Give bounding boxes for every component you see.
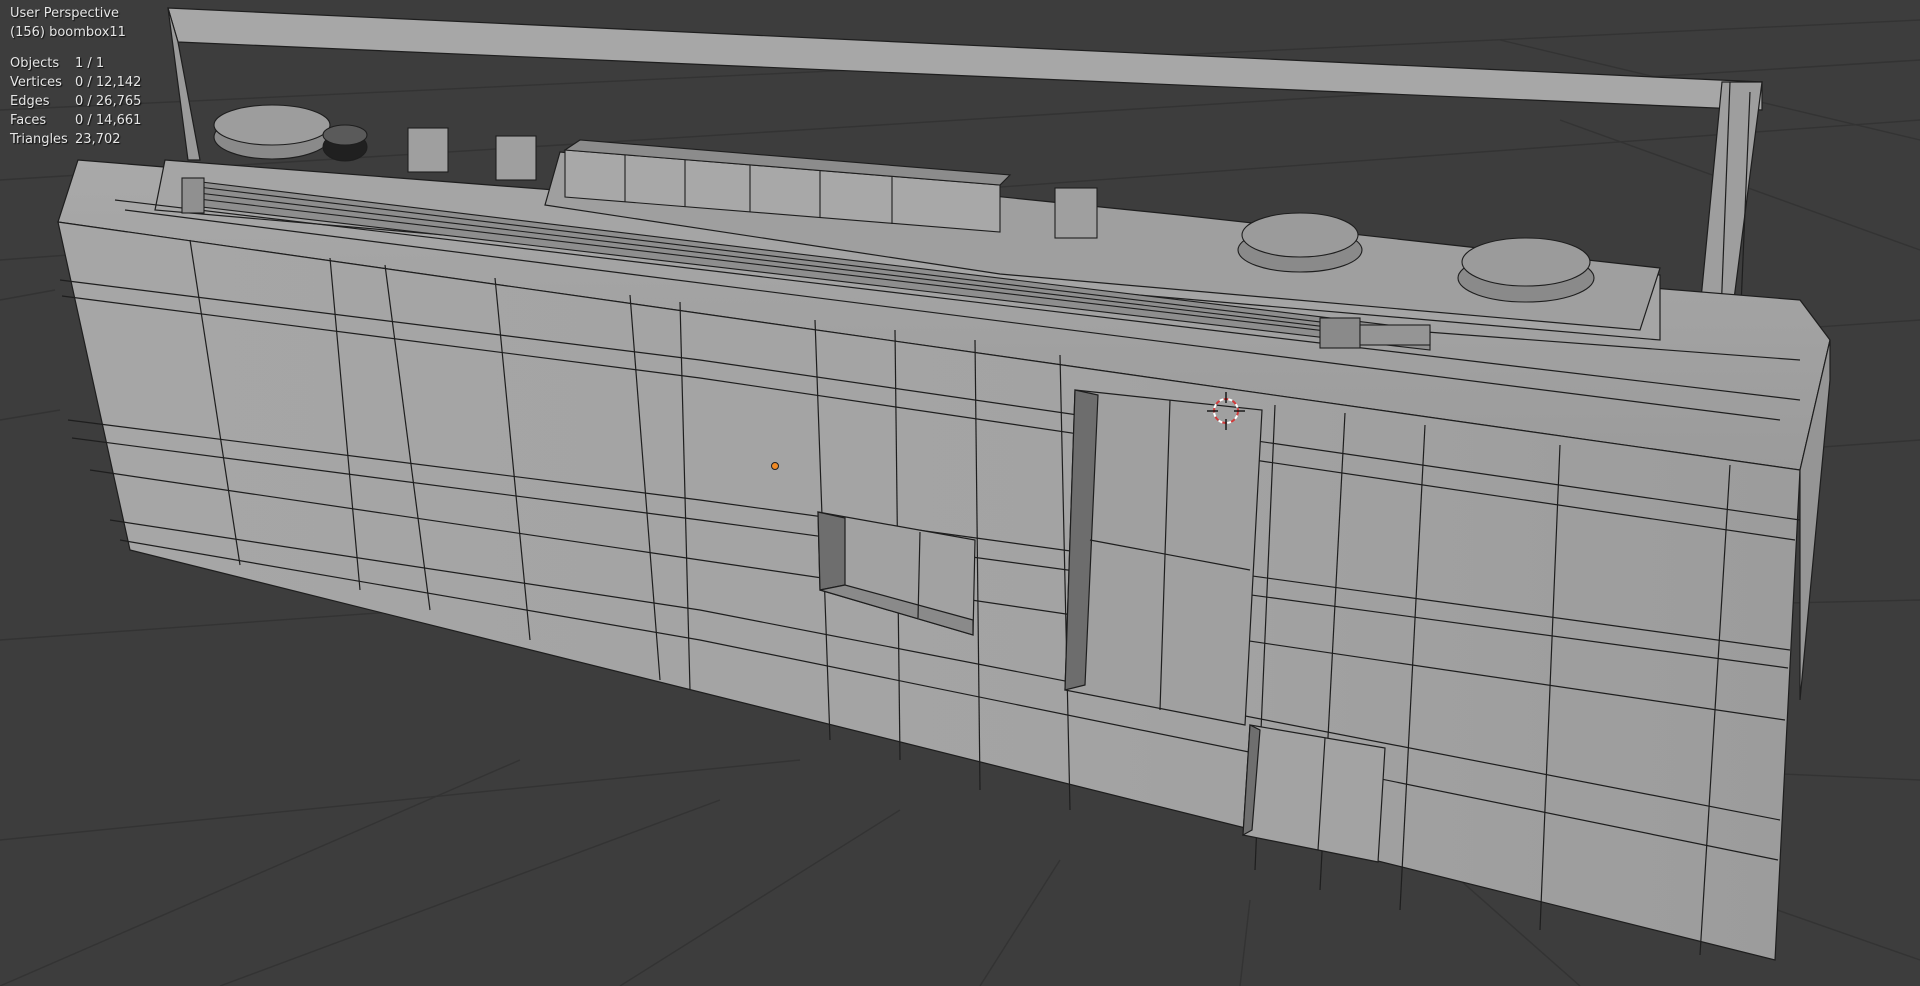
origin-point-icon[interactable] xyxy=(771,462,779,470)
3d-viewport[interactable]: User Perspective (156) boombox11 Objects… xyxy=(0,0,1920,986)
viewport-canvas[interactable] xyxy=(0,0,1920,986)
